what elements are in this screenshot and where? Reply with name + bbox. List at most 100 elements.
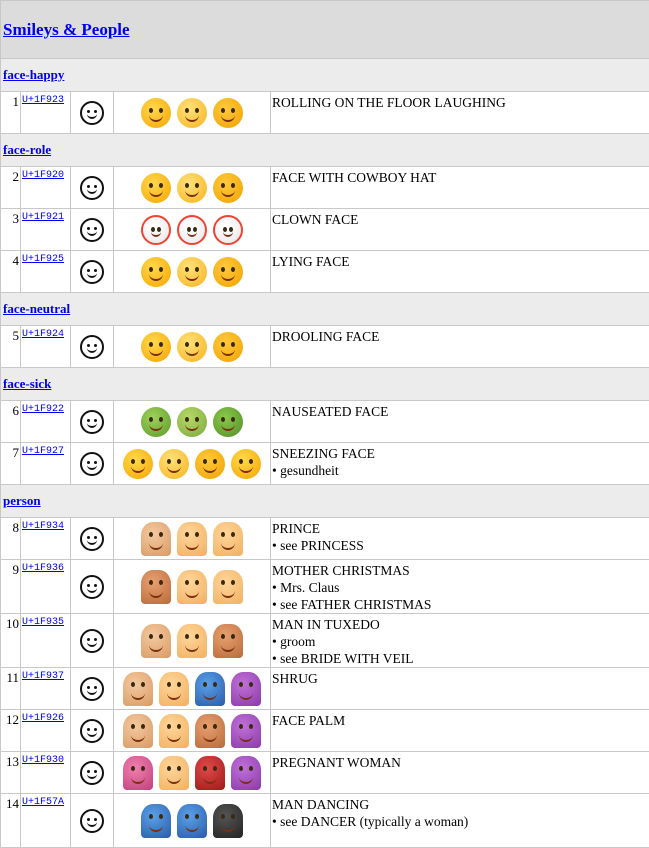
emoji-row: 7U+1F927SNEEZING FACE• gesundheit: [1, 443, 649, 485]
category-link[interactable]: Smileys & People: [3, 20, 130, 39]
subgroup-header-cell: face-neutral: [1, 293, 649, 326]
subgroup-link[interactable]: face-sick: [3, 376, 51, 391]
emoji-row: 6U+1F922NAUSEATED FACE: [1, 401, 649, 443]
face-palm-icon: [80, 719, 104, 743]
code-cell: U+1F922: [21, 401, 71, 443]
bw-glyph-cell: [71, 560, 114, 614]
emoji-name: SNEEZING FACE: [272, 445, 649, 462]
color-emoji-image: [213, 98, 243, 128]
icon-mouth: [87, 187, 97, 194]
name-cell: SHRUG: [271, 668, 649, 710]
code-cell: U+1F927: [21, 443, 71, 485]
bw-glyph-cell: [71, 614, 114, 668]
color-emoji-image: [213, 407, 243, 437]
emoji-keyword: • gesundheit: [272, 462, 649, 479]
subgroup-link[interactable]: person: [3, 493, 41, 508]
emoji-keyword: • groom: [272, 633, 649, 650]
bw-glyph-cell: [71, 251, 114, 293]
codepoint-link[interactable]: U+1F920: [22, 170, 64, 181]
icon-mouth: [87, 772, 97, 779]
drooling-face-icon: [80, 335, 104, 359]
emoji-mouth: [239, 466, 253, 473]
name-cell: ROLLING ON THE FLOOR LAUGHING: [271, 92, 649, 134]
emoji-mouth: [149, 645, 163, 652]
row-number: 8: [1, 518, 21, 560]
color-emoji-cell: [114, 710, 271, 752]
icon-mouth: [87, 271, 97, 278]
subgroup-header-cell: face-role: [1, 134, 649, 167]
emoji-mouth: [203, 466, 217, 473]
color-emoji-image: [177, 407, 207, 437]
color-emoji-image: [213, 804, 243, 838]
row-number: 1: [1, 92, 21, 134]
emoji-mouth: [221, 424, 235, 431]
color-emoji-image: [141, 624, 171, 658]
color-emoji-cell: [114, 251, 271, 293]
color-emoji-image: [123, 756, 153, 790]
color-emoji-image: [123, 714, 153, 748]
color-emoji-image: [177, 522, 207, 556]
prince-icon: [80, 527, 104, 551]
color-emoji-image: [177, 98, 207, 128]
codepoint-link[interactable]: U+1F927: [22, 446, 64, 457]
emoji-mouth: [149, 349, 163, 356]
sneezing-face-icon: [80, 452, 104, 476]
emoji-mouth: [221, 274, 235, 281]
subgroup-link[interactable]: face-happy: [3, 67, 64, 82]
codepoint-link[interactable]: U+1F926: [22, 713, 64, 724]
emoji-keyword: • Mrs. Claus: [272, 579, 649, 596]
color-emoji-image: [177, 173, 207, 203]
color-emoji-image: [159, 449, 189, 479]
bw-glyph-cell: [71, 518, 114, 560]
codepoint-link[interactable]: U+1F930: [22, 755, 64, 766]
codepoint-link[interactable]: U+1F935: [22, 617, 64, 628]
emoji-table: Smileys & People face-happy 1U+1F923 ROLLI…: [0, 0, 649, 848]
emoji-name: MOTHER CHRISTMAS: [272, 562, 649, 579]
color-emoji-image: [141, 522, 171, 556]
subgroup-header-cell: face-happy: [1, 59, 649, 92]
emoji-row: 14U+1F57AMAN DANCING• see DANCER (typica…: [1, 794, 649, 848]
bw-glyph-cell: [71, 209, 114, 251]
name-cell: MOTHER CHRISTMAS• Mrs. Claus• see FATHER…: [271, 560, 649, 614]
icon-mouth: [87, 229, 97, 236]
code-cell: U+1F925: [21, 251, 71, 293]
row-number: 5: [1, 326, 21, 368]
row-number: 4: [1, 251, 21, 293]
emoji-name: MAN DANCING: [272, 796, 649, 813]
emoji-mouth: [185, 645, 199, 652]
color-emoji-image: [195, 672, 225, 706]
color-emoji-cell: [114, 668, 271, 710]
emoji-mouth: [131, 466, 145, 473]
codepoint-link[interactable]: U+1F922: [22, 404, 64, 415]
mother-christmas-icon: [80, 575, 104, 599]
codepoint-link[interactable]: U+1F57A: [22, 797, 64, 808]
lying-face-icon: [80, 260, 104, 284]
codepoint-link[interactable]: U+1F924: [22, 329, 64, 340]
color-emoji-image: [141, 570, 171, 604]
emoji-mouth: [185, 424, 199, 431]
emoji-mouth: [131, 735, 145, 742]
emoji-mouth: [167, 466, 181, 473]
subgroup-link[interactable]: face-role: [3, 142, 51, 157]
codepoint-link[interactable]: U+1F934: [22, 521, 64, 532]
emoji-mouth: [221, 825, 235, 832]
codepoint-link[interactable]: U+1F936: [22, 563, 64, 574]
name-cell: MAN DANCING• see DANCER (typically a wom…: [271, 794, 649, 848]
code-cell: U+1F935: [21, 614, 71, 668]
codepoint-link[interactable]: U+1F925: [22, 254, 64, 265]
name-cell: FACE PALM: [271, 710, 649, 752]
color-emoji-image: [213, 570, 243, 604]
codepoint-link[interactable]: U+1F937: [22, 671, 64, 682]
emoji-mouth: [221, 591, 235, 598]
subgroup-header-row: person: [1, 485, 649, 518]
name-cell: DROOLING FACE: [271, 326, 649, 368]
color-emoji-image: [231, 714, 261, 748]
codepoint-link[interactable]: U+1F923: [22, 95, 64, 106]
color-emoji-image: [213, 173, 243, 203]
subgroup-link[interactable]: face-neutral: [3, 301, 70, 316]
color-emoji-cell: [114, 92, 271, 134]
emoji-name: NAUSEATED FACE: [272, 403, 649, 420]
emoji-keyword: • see FATHER CHRISTMAS: [272, 596, 649, 613]
codepoint-link[interactable]: U+1F921: [22, 212, 64, 223]
emoji-name: SHRUG: [272, 670, 649, 687]
